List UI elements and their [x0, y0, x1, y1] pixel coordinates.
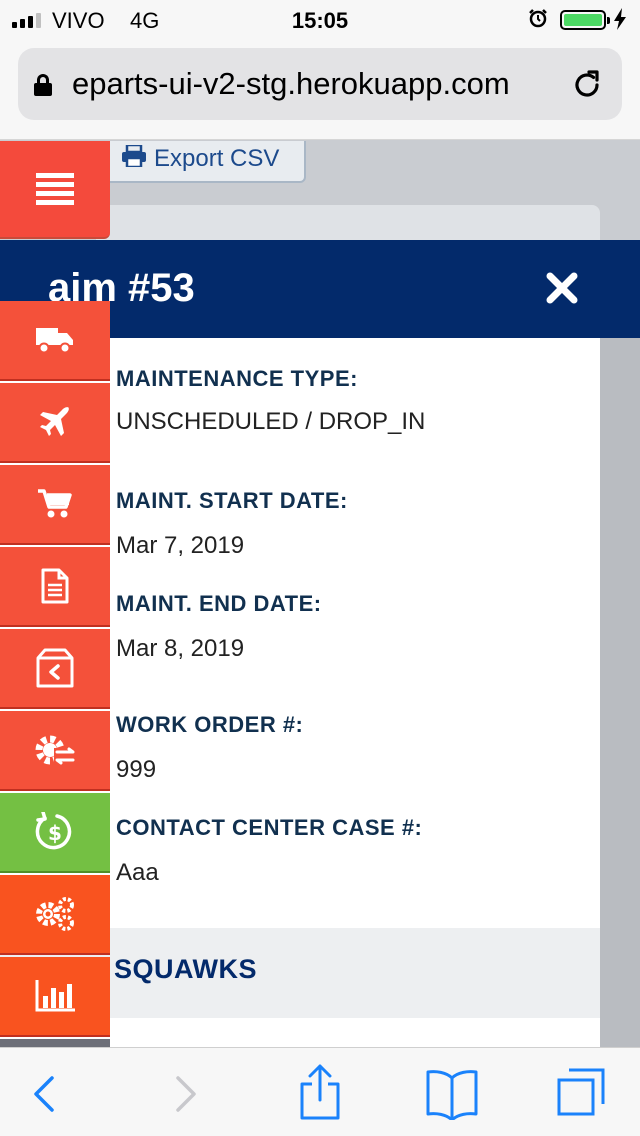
- gears-icon: [34, 896, 76, 932]
- field-label: MAINT. END DATE:: [116, 591, 322, 616]
- document-icon: [41, 568, 69, 604]
- field-value: Mar 8, 2019: [116, 635, 245, 662]
- field-label: MAINTENANCE TYPE:: [116, 366, 358, 391]
- field-value: Aaa: [116, 859, 159, 886]
- gear-exchange-icon: [34, 732, 76, 768]
- browser-toolbar: [0, 1047, 640, 1136]
- sidebar-item-reports[interactable]: [0, 957, 110, 1037]
- reload-icon[interactable]: [570, 68, 604, 102]
- return-box-icon: [36, 648, 74, 688]
- sidebar: $: [0, 141, 110, 1047]
- field-value: 999: [116, 756, 157, 783]
- field-label: WORK ORDER #:: [116, 712, 304, 737]
- export-csv-label: Export CSV: [154, 145, 280, 172]
- page-content: Export CSV aim #53 MAINTENANCE TYPE: UNS…: [0, 141, 640, 1047]
- sidebar-menu-button[interactable]: [0, 141, 110, 239]
- truck-icon: [36, 326, 74, 354]
- browser-address-area: eparts-ui-v2-stg.herokuapp.com: [0, 40, 640, 140]
- menu-icon: [36, 173, 74, 205]
- battery-icon: [560, 10, 610, 30]
- field-label: MAINT. START DATE:: [116, 488, 348, 513]
- status-bar: VIVO 4G 15:05: [0, 0, 640, 40]
- contact-center-case-field: CONTACT CENTER CASE #: Aaa: [116, 815, 422, 887]
- work-order-field: WORK ORDER #: 999: [116, 712, 303, 784]
- bookmarks-icon[interactable]: [424, 1068, 480, 1122]
- url-text[interactable]: eparts-ui-v2-stg.herokuapp.com: [72, 66, 566, 102]
- bar-chart-icon: [35, 980, 75, 1012]
- printer-icon: [122, 143, 146, 174]
- address-bar[interactable]: eparts-ui-v2-stg.herokuapp.com: [18, 48, 622, 120]
- sidebar-item-documents[interactable]: [0, 547, 110, 627]
- sidebar-item-cart[interactable]: [0, 465, 110, 545]
- cart-icon: [38, 489, 72, 519]
- dollar-refund-icon: $: [35, 812, 75, 852]
- field-value: UNSCHEDULED / DROP_IN: [116, 408, 426, 435]
- back-arrow-icon[interactable]: [18, 1070, 74, 1118]
- tabs-icon[interactable]: [556, 1066, 612, 1118]
- export-csv-button[interactable]: Export CSV: [96, 141, 306, 183]
- lock-icon: [34, 74, 52, 96]
- field-value: Mar 7, 2019: [116, 532, 245, 559]
- sidebar-item-exchange[interactable]: [0, 711, 110, 791]
- sidebar-item-refunds[interactable]: $: [0, 793, 110, 873]
- maint-start-date-field: MAINT. START DATE: Mar 7, 2019: [116, 488, 348, 560]
- svg-text:$: $: [48, 821, 62, 845]
- sidebar-item-shipping[interactable]: [0, 301, 110, 381]
- sidebar-item-aircraft[interactable]: [0, 383, 110, 463]
- close-icon[interactable]: [544, 270, 580, 306]
- sidebar-item-settings[interactable]: [0, 875, 110, 955]
- section-title: SQUAWKS: [114, 954, 258, 984]
- airplane-icon: [39, 406, 71, 438]
- modal-edge: [600, 338, 640, 1047]
- field-label: CONTACT CENTER CASE #:: [116, 815, 423, 840]
- sidebar-item-partial: [0, 1039, 110, 1047]
- lightning-bolt-icon: [614, 8, 626, 35]
- share-icon[interactable]: [292, 1064, 348, 1120]
- alarm-clock-icon: [528, 8, 548, 28]
- forward-arrow-icon[interactable]: [156, 1070, 212, 1118]
- maintenance-type-field: MAINTENANCE TYPE: UNSCHEDULED / DROP_IN: [116, 366, 425, 436]
- sidebar-item-returns[interactable]: [0, 629, 110, 709]
- maint-end-date-field: MAINT. END DATE: Mar 8, 2019: [116, 591, 322, 663]
